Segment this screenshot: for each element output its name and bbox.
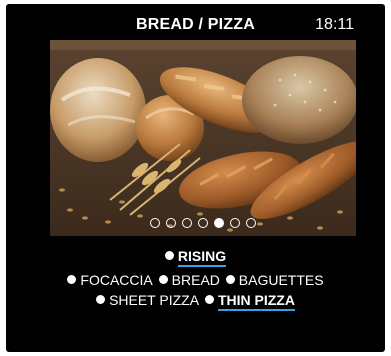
program-label: FOCACCIA (80, 272, 153, 288)
program-focaccia[interactable]: FOCACCIA (67, 272, 153, 288)
program-thin-pizza[interactable]: THIN PIZZA (204, 292, 295, 311)
program-label: BAGUETTES (238, 272, 324, 288)
page-dot-1[interactable] (150, 218, 160, 228)
program-row-1: RISING (6, 248, 385, 267)
program-baguettes[interactable]: BAGUETTES (225, 272, 324, 288)
bread-photo[interactable] (50, 40, 356, 236)
program-bread[interactable]: BREAD (158, 272, 220, 288)
bread-loaves-image (50, 40, 356, 236)
bullet-icon (67, 275, 77, 284)
bullet-icon (158, 275, 168, 284)
page-dot-7[interactable] (246, 218, 256, 228)
clock: 18:11 (315, 16, 354, 33)
program-row-2: FOCACCIA BREAD BAGUETTES (6, 272, 385, 288)
page-dot-2[interactable] (166, 218, 176, 228)
bullet-icon (225, 275, 235, 284)
page-dot-4[interactable] (198, 218, 208, 228)
bullet-icon (204, 295, 214, 304)
bullet-icon (96, 295, 106, 304)
program-label: SHEET PIZZA (109, 292, 200, 308)
program-rising[interactable]: RISING (164, 248, 227, 267)
program-label: BREAD (171, 272, 220, 288)
page-dot-3[interactable] (182, 218, 192, 228)
oven-display-screen: BREAD / PIZZA 18:11 RISING FOCACCIA BREA… (6, 4, 385, 352)
carousel-pagination (50, 218, 356, 228)
program-label: RISING (177, 248, 227, 267)
program-label: THIN PIZZA (217, 292, 295, 311)
page-dot-5-active[interactable] (214, 218, 224, 228)
program-row-3: SHEET PIZZA THIN PIZZA (6, 292, 385, 311)
program-sheet-pizza[interactable]: SHEET PIZZA (96, 292, 199, 308)
page-dot-6[interactable] (230, 218, 240, 228)
bullet-icon (164, 251, 174, 260)
